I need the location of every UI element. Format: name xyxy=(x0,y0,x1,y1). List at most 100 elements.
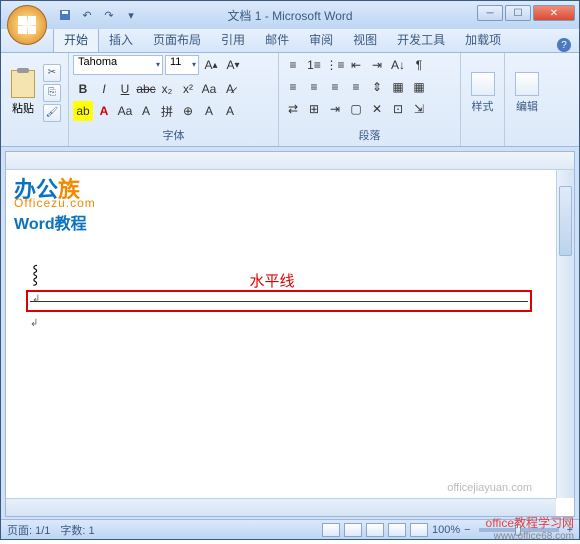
vertical-scrollbar[interactable] xyxy=(556,170,574,498)
para-ext1-button[interactable]: ✕ xyxy=(367,99,387,119)
cut-icon[interactable]: ✂ xyxy=(43,64,61,82)
highlight-button[interactable]: ab xyxy=(73,101,93,121)
show-marks-button[interactable]: ¶ xyxy=(409,55,429,75)
horizontal-line xyxy=(30,301,528,302)
align-left-button[interactable]: ≡ xyxy=(283,77,303,97)
editing-group-label xyxy=(509,130,545,144)
change-case-button[interactable]: Aa xyxy=(199,79,219,99)
copy-icon[interactable]: ⎘ xyxy=(43,84,61,102)
para-ext2-button[interactable]: ⊡ xyxy=(388,99,408,119)
annotation-box: ↲ xyxy=(26,290,532,312)
bullets-button[interactable]: ≡ xyxy=(283,55,303,75)
tab-review[interactable]: 审阅 xyxy=(299,27,343,52)
multilevel-button[interactable]: ⋮≡ xyxy=(325,55,345,75)
styles-group-label xyxy=(465,130,500,144)
view-print-layout-icon[interactable] xyxy=(322,523,340,537)
font-group-label: 字体 xyxy=(73,126,274,144)
document-area: 办公族 Officezu.com Word教程 ⸾ 水平线 ↲ ↲ office… xyxy=(5,151,575,517)
app-window: ↶ ↷ ▾ 文档 1 - Microsoft Word ─ ☐ ✕ 开始 插入 … xyxy=(0,0,580,540)
paragraph-mark-icon: ↲ xyxy=(30,318,38,329)
help-icon[interactable]: ? xyxy=(557,38,571,52)
watermark-tutorial: Word教程 xyxy=(14,210,87,234)
tab-view[interactable]: 视图 xyxy=(343,27,387,52)
paste-button[interactable]: 粘贴 xyxy=(5,55,41,130)
ribbon: 粘贴 ✂ ⎘ 🖌 Tahoma▾ 11▾ A▴ A▾ B xyxy=(1,53,579,147)
tab-references[interactable]: 引用 xyxy=(211,27,255,52)
status-words[interactable]: 字数: 1 xyxy=(60,522,94,538)
numbering-button[interactable]: 1≡ xyxy=(304,55,324,75)
tab-layout[interactable]: 页面布局 xyxy=(143,27,211,52)
expand-font-icon[interactable]: A xyxy=(199,101,219,121)
tab-mail[interactable]: 邮件 xyxy=(255,27,299,52)
font-size-select[interactable]: 11▾ xyxy=(165,55,199,75)
bold-button[interactable]: B xyxy=(73,79,93,99)
superscript-button[interactable]: x² xyxy=(178,79,198,99)
status-page[interactable]: 页面: 1/1 xyxy=(7,522,50,538)
para-ext3-button[interactable]: ⇲ xyxy=(409,99,429,119)
line-spacing-button[interactable]: ⇕ xyxy=(367,77,387,97)
clipboard-group-label xyxy=(5,130,64,144)
char-border-button[interactable]: A xyxy=(136,101,156,121)
shrink-font-icon[interactable]: A▾ xyxy=(223,55,243,75)
clear-format-button[interactable]: A̷ xyxy=(220,79,240,99)
tab-insert[interactable]: 插入 xyxy=(99,27,143,52)
underline-button[interactable]: U xyxy=(115,79,135,99)
qat-more-icon[interactable]: ▾ xyxy=(123,7,139,23)
document-page[interactable]: 办公族 Officezu.com Word教程 ⸾ 水平线 ↲ ↲ office… xyxy=(6,170,556,498)
clipboard-icon xyxy=(11,70,35,98)
zoom-out-button[interactable]: − xyxy=(464,524,470,536)
titlebar: ↶ ↷ ▾ 文档 1 - Microsoft Word ─ ☐ ✕ xyxy=(1,1,579,29)
snap-grid-button[interactable]: ⊞ xyxy=(304,99,324,119)
maximize-button[interactable]: ☐ xyxy=(505,5,531,21)
paragraph-group-label: 段落 xyxy=(283,126,456,144)
subscript-button[interactable]: x₂ xyxy=(157,79,177,99)
strike-button[interactable]: abc xyxy=(136,79,156,99)
shading-button[interactable]: ▦ xyxy=(388,77,408,97)
horizontal-ruler[interactable] xyxy=(6,152,574,170)
enclose-button[interactable]: ⊕ xyxy=(178,101,198,121)
tab-addins[interactable]: 加载项 xyxy=(455,27,511,52)
char-shading-button[interactable]: Aa xyxy=(115,101,135,121)
view-outline-icon[interactable] xyxy=(388,523,406,537)
increase-indent-button[interactable]: ⇥ xyxy=(367,55,387,75)
tab-home[interactable]: 开始 xyxy=(53,26,99,52)
minimize-button[interactable]: ─ xyxy=(477,5,503,21)
tab-developer[interactable]: 开发工具 xyxy=(387,27,455,52)
italic-button[interactable]: I xyxy=(94,79,114,99)
justify-button[interactable]: ≡ xyxy=(346,77,366,97)
editing-button[interactable]: 编辑 xyxy=(509,55,545,130)
window-title: 文档 1 - Microsoft Word xyxy=(227,7,352,24)
horizontal-scrollbar[interactable] xyxy=(6,498,556,516)
align-right-button[interactable]: ≡ xyxy=(325,77,345,97)
office-button[interactable] xyxy=(7,5,47,45)
paste-label: 粘贴 xyxy=(12,100,34,116)
scrollbar-thumb[interactable] xyxy=(559,186,572,256)
phonetic-button[interactable]: 拼 xyxy=(157,101,177,121)
save-icon[interactable] xyxy=(57,7,73,23)
format-painter-icon[interactable]: 🖌 xyxy=(43,104,61,122)
decrease-indent-button[interactable]: ⇤ xyxy=(346,55,366,75)
borders-button[interactable]: ▦ xyxy=(409,77,429,97)
view-draft-icon[interactable] xyxy=(410,523,428,537)
align-center-button[interactable]: ≡ xyxy=(304,77,324,97)
annotation-label: 水平线 xyxy=(6,270,538,291)
collapse-font-icon[interactable]: A xyxy=(220,101,240,121)
quick-access-toolbar: ↶ ↷ ▾ xyxy=(57,7,139,23)
text-direction-button[interactable]: ⇄ xyxy=(283,99,303,119)
redo-icon[interactable]: ↷ xyxy=(101,7,117,23)
view-fullscreen-icon[interactable] xyxy=(344,523,362,537)
view-web-icon[interactable] xyxy=(366,523,384,537)
font-name-select[interactable]: Tahoma▾ xyxy=(73,55,163,75)
zoom-level[interactable]: 100% xyxy=(432,524,460,536)
external-watermark: office教程学习网 www.office68.com xyxy=(486,514,574,542)
tabs-dialog-button[interactable]: ⇥ xyxy=(325,99,345,119)
sort-button[interactable]: A↓ xyxy=(388,55,408,75)
grow-font-icon[interactable]: A▴ xyxy=(201,55,221,75)
para-border-button[interactable]: ▢ xyxy=(346,99,366,119)
close-button[interactable]: ✕ xyxy=(533,5,575,21)
font-color-button[interactable]: A xyxy=(94,101,114,121)
find-icon xyxy=(515,72,539,96)
undo-icon[interactable]: ↶ xyxy=(79,7,95,23)
styles-icon xyxy=(471,72,495,96)
styles-button[interactable]: 样式 xyxy=(465,55,500,130)
